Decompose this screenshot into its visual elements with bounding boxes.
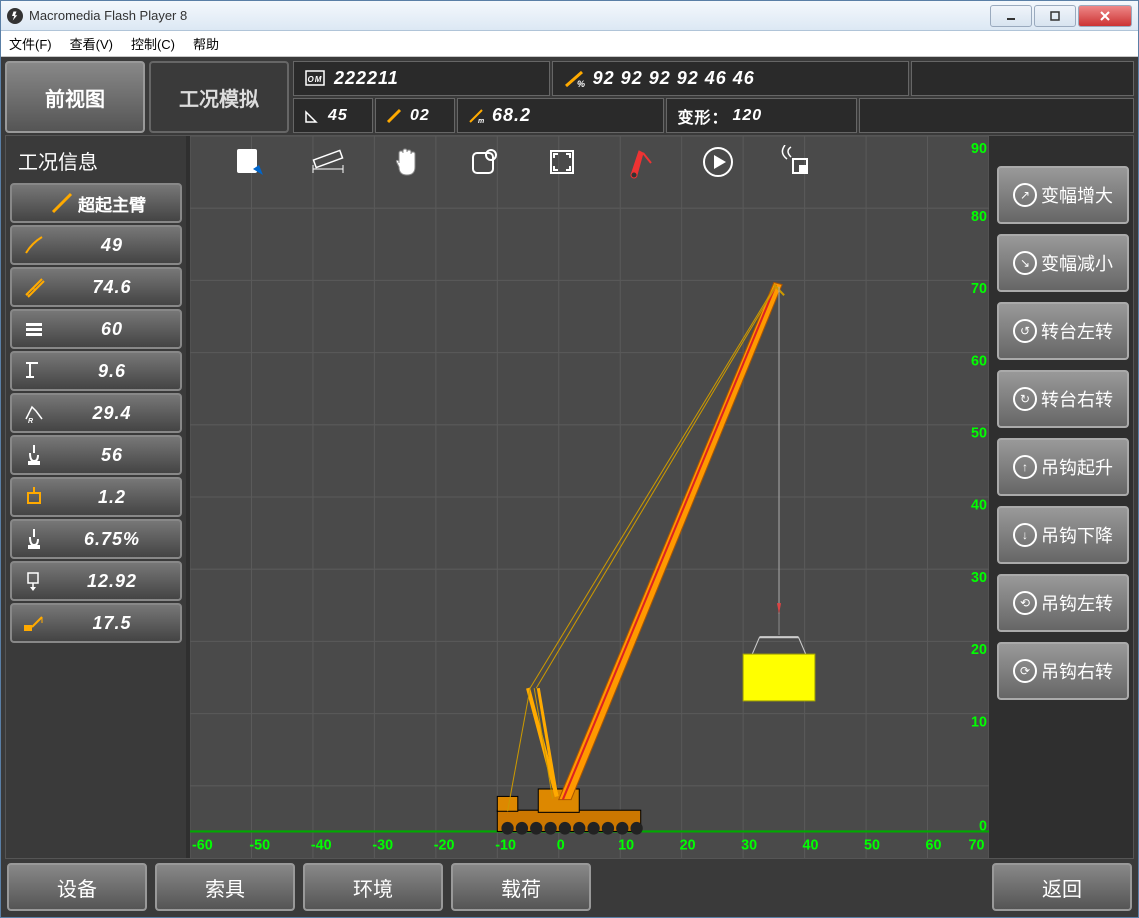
radius-icon: R [18, 401, 50, 425]
lattice-icon [18, 275, 50, 299]
ctrl-hook-left[interactable]: ⟲吊钩左转 [997, 574, 1129, 632]
len-readout: 02 [375, 98, 455, 133]
simulation-canvas[interactable]: -60-50-40-30-20-10010203040506070 908070… [190, 136, 989, 858]
m-icon: m [468, 108, 484, 124]
height-icon [18, 569, 50, 593]
svg-text:m: m [478, 118, 484, 124]
info-panel: OM 222211 % 92 92 92 92 46 46 45 [293, 61, 1134, 133]
hook-icon [18, 443, 50, 467]
reach-icon [18, 611, 50, 635]
counterweight-icon [18, 317, 50, 341]
boom-icon [386, 108, 402, 124]
ratio-icon [18, 527, 50, 551]
luff-up-icon: ↗ [1013, 183, 1037, 207]
bottom-spacer [599, 863, 984, 911]
hoist-up-icon: ↑ [1013, 455, 1037, 479]
btn-equipment[interactable]: 设备 [7, 863, 147, 911]
luff-down-icon: ↘ [1013, 251, 1037, 275]
btn-load[interactable]: 载荷 [451, 863, 591, 911]
sidebar-item-5[interactable]: 56 [10, 435, 182, 475]
ctrl-hook-right[interactable]: ⟳吊钩右转 [997, 642, 1129, 700]
svg-text:R: R [28, 418, 33, 425]
slew-right-icon: ↻ [1013, 387, 1037, 411]
ctrl-hoist-down[interactable]: ↓吊钩下降 [997, 506, 1129, 564]
menu-file[interactable]: 文件(F) [9, 34, 52, 53]
measure-tool-icon[interactable] [308, 144, 348, 180]
sidebar-item-1[interactable]: 74.6 [10, 267, 182, 307]
outrigger-icon [18, 359, 50, 383]
menu-view[interactable]: 查看(V) [70, 34, 113, 53]
ctrl-slew-left[interactable]: ↺转台左转 [997, 302, 1129, 360]
sidebar-item-4[interactable]: R29.4 [10, 393, 182, 433]
pct-readout: % 92 92 92 92 46 46 [552, 61, 909, 96]
svg-text:%: % [577, 79, 585, 89]
arm-icon [46, 191, 78, 215]
sidebar-item-6[interactable]: 1.2 [10, 477, 182, 517]
tab-simulation[interactable]: 工况模拟 [149, 61, 289, 133]
sidebar-item-0[interactable]: 49 [10, 225, 182, 265]
ctrl-hoist-up[interactable]: ↑吊钩起升 [997, 438, 1129, 496]
jib-icon [18, 233, 50, 257]
percent-icon: % [563, 69, 585, 89]
btn-rigging[interactable]: 索具 [155, 863, 295, 911]
sidebar-item-7[interactable]: 6.75% [10, 519, 182, 559]
hook-left-icon: ⟲ [1013, 591, 1037, 615]
sidebar-main-arm[interactable]: 超起主臂 [10, 183, 182, 223]
slew-left-icon: ↺ [1013, 319, 1037, 343]
btn-environment[interactable]: 环境 [303, 863, 443, 911]
svg-text:OM: OM [308, 75, 323, 84]
sidebar-title: 工况信息 [10, 140, 182, 181]
app-body: 前视图 工况模拟 OM 222211 % 92 92 92 92 46 46 [1, 57, 1138, 917]
angle-icon [304, 108, 320, 124]
window-title: Macromedia Flash Player 8 [29, 8, 988, 23]
grid [190, 136, 989, 858]
hoist-down-icon: ↓ [1013, 523, 1037, 547]
menu-help[interactable]: 帮助 [193, 34, 219, 53]
om-readout: OM 222211 [293, 61, 550, 96]
bottom-toolbar: 设备 索具 环境 载荷 返回 [5, 861, 1134, 913]
flash-icon [7, 8, 23, 24]
tab-front-view[interactable]: 前视图 [5, 61, 145, 133]
ctrl-luff-up[interactable]: ↗变幅增大 [997, 166, 1129, 224]
select-tool-icon[interactable] [464, 144, 504, 180]
top-toolbar: 前视图 工况模拟 OM 222211 % 92 92 92 92 46 46 [5, 61, 1134, 133]
maximize-button[interactable] [1034, 5, 1076, 27]
sidebar: 工况信息 超起主臂 49 74.6 60 9.6 R29.4 56 1.2 6.… [6, 136, 186, 858]
sidebar-item-3[interactable]: 9.6 [10, 351, 182, 391]
menu-control[interactable]: 控制(C) [131, 34, 175, 53]
btn-back[interactable]: 返回 [992, 863, 1132, 911]
crane-tool-icon[interactable] [620, 144, 660, 180]
deform-readout: 变形： 120 [666, 98, 857, 133]
hook-right-icon: ⟳ [1013, 659, 1037, 683]
pan-tool-icon[interactable] [386, 144, 426, 180]
right-controls: ↗变幅增大 ↘变幅减小 ↺转台左转 ↻转台右转 ↑吊钩起升 ↓吊钩下降 ⟲吊钩左… [993, 136, 1133, 858]
play-tool-icon[interactable] [698, 144, 738, 180]
blank-cell-2 [859, 98, 1134, 133]
load-block-icon [18, 485, 50, 509]
minimize-button[interactable] [990, 5, 1032, 27]
blank-cell-1 [911, 61, 1134, 96]
fullscreen-tool-icon[interactable] [542, 144, 582, 180]
sidebar-item-2[interactable]: 60 [10, 309, 182, 349]
ctrl-slew-right[interactable]: ↻转台右转 [997, 370, 1129, 428]
main-area: 工况信息 超起主臂 49 74.6 60 9.6 R29.4 56 1.2 6.… [5, 135, 1134, 859]
broadcast-tool-icon[interactable] [776, 144, 816, 180]
canvas-toolbar [230, 142, 899, 182]
titlebar: Macromedia Flash Player 8 [1, 1, 1138, 31]
menubar: 文件(F) 查看(V) 控制(C) 帮助 [1, 31, 1138, 57]
close-button[interactable] [1078, 5, 1132, 27]
m-readout: m 68.2 [457, 98, 664, 133]
window-controls [988, 5, 1132, 27]
note-tool-icon[interactable] [230, 144, 270, 180]
sidebar-item-9[interactable]: 17.5 [10, 603, 182, 643]
angle-readout: 45 [293, 98, 373, 133]
sidebar-item-8[interactable]: 12.92 [10, 561, 182, 601]
ctrl-luff-down[interactable]: ↘变幅减小 [997, 234, 1129, 292]
om-icon: OM [304, 69, 326, 89]
